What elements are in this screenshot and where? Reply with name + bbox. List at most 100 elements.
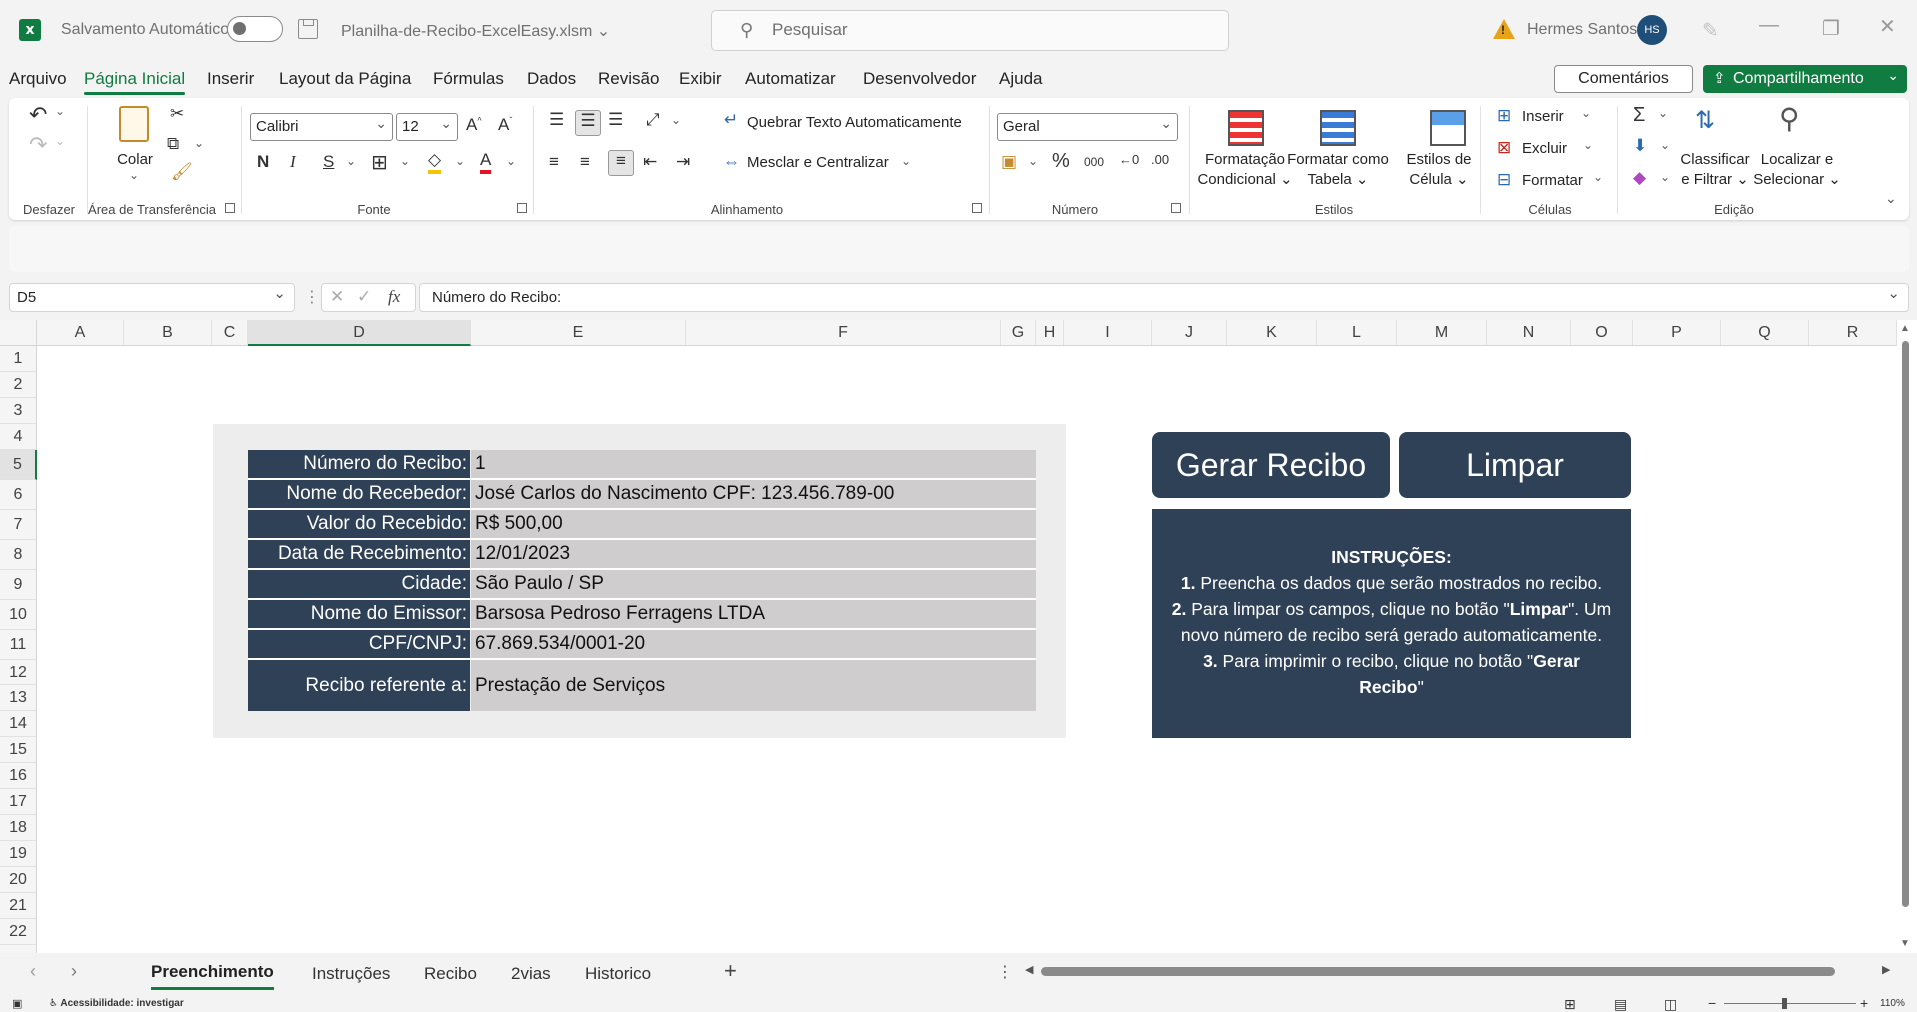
wrap-text-icon[interactable]: ↵	[724, 110, 738, 130]
merge-center-icon[interactable]: ⇔	[723, 152, 740, 172]
row-header-13[interactable]: 13	[0, 685, 37, 711]
delete-cells-icon[interactable]: ⊠	[1497, 138, 1511, 158]
row-header-15[interactable]: 15	[0, 737, 37, 763]
font-name-select[interactable]: Calibri	[250, 110, 393, 141]
col-header-j[interactable]: J	[1152, 320, 1227, 346]
thousands-icon[interactable]: 000	[1084, 155, 1104, 169]
page-layout-view-icon[interactable]: ▤	[1614, 996, 1627, 1012]
close-icon[interactable]: ✕	[1879, 14, 1896, 39]
sort-filter-icon[interactable]: ⇅	[1695, 106, 1715, 135]
italic-button[interactable]: I	[290, 152, 296, 172]
select-all-corner[interactable]	[0, 320, 37, 346]
wrap-text-button[interactable]: Quebrar Texto Automaticamente	[747, 114, 962, 131]
col-header-g[interactable]: G	[1001, 320, 1036, 346]
font-launcher-icon[interactable]	[517, 203, 527, 213]
merge-center-button[interactable]: Mesclar e Centralizar	[747, 154, 889, 171]
conditional-format-button-l1[interactable]: Formatação	[1205, 150, 1285, 170]
paste-label[interactable]: Colar	[117, 150, 153, 170]
format-painter-icon[interactable]: 🖌	[171, 162, 193, 182]
decrease-indent-icon[interactable]: ⇤	[643, 152, 657, 172]
value-receiver-name[interactable]: José Carlos do Nascimento CPF: 123.456.7…	[471, 480, 1036, 510]
format-table-button-l1[interactable]: Formatar como	[1287, 150, 1389, 170]
tab-automatizar[interactable]: Automatizar	[745, 69, 836, 89]
confirm-icon[interactable]: ✓	[357, 287, 371, 307]
delete-dropdown-icon[interactable]: ⌄	[1583, 138, 1593, 152]
col-header-q[interactable]: Q	[1721, 320, 1809, 346]
value-cpf-cnpj[interactable]: 67.869.534/0001-20	[471, 630, 1036, 660]
font-size-select[interactable]: 12	[396, 110, 458, 141]
underline-dropdown-icon[interactable]: ⌄	[346, 154, 356, 168]
undo-dropdown-icon[interactable]: ⌄	[55, 104, 65, 118]
minimize-icon[interactable]: —	[1759, 14, 1779, 37]
col-header-f[interactable]: F	[686, 320, 1001, 346]
scroll-up-icon[interactable]: ▲	[1900, 323, 1910, 334]
zoom-slider-thumb[interactable]	[1782, 998, 1787, 1009]
value-issuer-name[interactable]: Barsosa Pedroso Ferragens LTDA	[471, 600, 1036, 630]
bold-button[interactable]: N	[257, 152, 269, 172]
row-header-7[interactable]: 7	[0, 510, 37, 540]
page-break-view-icon[interactable]: ◫	[1664, 996, 1677, 1012]
label-cpf-cnpj[interactable]: CPF/CNPJ:	[248, 630, 470, 660]
font-color-icon[interactable]: A	[480, 150, 492, 174]
sheet-tab-recibo[interactable]: Recibo	[424, 964, 477, 984]
autosum-icon[interactable]: Σ	[1633, 104, 1645, 127]
tab-pagina-inicial[interactable]: Página Inicial	[84, 69, 186, 95]
clear-dropdown-icon[interactable]: ⌄	[1660, 170, 1670, 184]
row-header-12[interactable]: 12	[0, 660, 37, 685]
save-icon[interactable]	[298, 19, 318, 39]
align-top-icon[interactable]: ☰	[549, 110, 564, 130]
col-header-m[interactable]: M	[1397, 320, 1487, 346]
collapse-ribbon-icon[interactable]: ⌄	[1885, 190, 1897, 207]
row-header-14[interactable]: 14	[0, 711, 37, 737]
row-header-18[interactable]: 18	[0, 815, 37, 841]
row-header-4[interactable]: 4	[0, 424, 37, 450]
number-format-select[interactable]: Geral	[997, 110, 1178, 141]
add-sheet-icon[interactable]: +	[724, 958, 737, 984]
find-select-button-l1[interactable]: Localizar e	[1761, 150, 1834, 170]
maximize-icon[interactable]: ❐	[1822, 16, 1840, 41]
sort-filter-button-l1[interactable]: Classificar	[1680, 150, 1749, 170]
paste-dropdown-icon[interactable]: ⌄	[129, 168, 139, 182]
find-select-icon[interactable]: ⚲	[1779, 102, 1800, 135]
col-header-c[interactable]: C	[212, 320, 248, 346]
conditional-format-icon[interactable]	[1228, 110, 1264, 146]
col-header-d[interactable]: D	[248, 320, 471, 346]
currency-dropdown-icon[interactable]: ⌄	[1028, 154, 1038, 168]
tab-desenvolvedor[interactable]: Desenvolvedor	[863, 69, 976, 89]
copy-dropdown-icon[interactable]: ⌄	[194, 136, 204, 150]
fill-color-dropdown-icon[interactable]: ⌄	[455, 154, 465, 168]
generate-receipt-button[interactable]: Gerar Recibo	[1152, 432, 1390, 498]
underline-button[interactable]: S	[323, 152, 334, 172]
avatar[interactable]: HS	[1637, 15, 1667, 45]
tab-arquivo[interactable]: Arquivo	[9, 69, 67, 89]
vertical-scrollbar[interactable]	[1902, 341, 1909, 907]
zoom-level[interactable]: 110%	[1880, 998, 1905, 1009]
col-header-o[interactable]: O	[1571, 320, 1633, 346]
decrease-font-icon[interactable]: Aˇ	[498, 115, 512, 135]
scroll-down-icon[interactable]: ▼	[1900, 938, 1910, 949]
search-input[interactable]: ⚲ Pesquisar	[711, 10, 1229, 51]
zoom-out-icon[interactable]: −	[1708, 995, 1716, 1011]
orientation-dropdown-icon[interactable]: ⌄	[671, 113, 681, 127]
format-dropdown-icon[interactable]: ⌄	[1593, 170, 1603, 184]
row-header-5[interactable]: 5	[0, 450, 37, 480]
sheet-options-icon[interactable]: ⋮	[997, 962, 1013, 982]
fill-icon[interactable]: ⬇	[1633, 136, 1647, 156]
col-header-i[interactable]: I	[1064, 320, 1152, 346]
insert-function-icon[interactable]: fx	[388, 287, 400, 307]
format-cells-button[interactable]: Formatar	[1522, 172, 1583, 189]
col-header-h[interactable]: H	[1036, 320, 1064, 346]
zoom-slider[interactable]	[1724, 1003, 1856, 1004]
tab-inserir[interactable]: Inserir	[207, 69, 254, 89]
increase-decimal-icon[interactable]: ←0	[1119, 152, 1139, 167]
cell-styles-button-l1[interactable]: Estilos de	[1406, 150, 1471, 170]
sheet-tab-instrucoes[interactable]: Instruções	[312, 964, 390, 984]
row-header-21[interactable]: 21	[0, 893, 37, 919]
autosum-dropdown-icon[interactable]: ⌄	[1658, 106, 1668, 120]
fill-dropdown-icon[interactable]: ⌄	[1660, 138, 1670, 152]
row-header-9[interactable]: 9	[0, 570, 37, 600]
font-color-dropdown-icon[interactable]: ⌄	[506, 154, 516, 168]
sheet-tab-historico[interactable]: Historico	[585, 964, 651, 984]
hscroll-left-icon[interactable]: ◀	[1025, 963, 1033, 976]
col-header-l[interactable]: L	[1317, 320, 1397, 346]
